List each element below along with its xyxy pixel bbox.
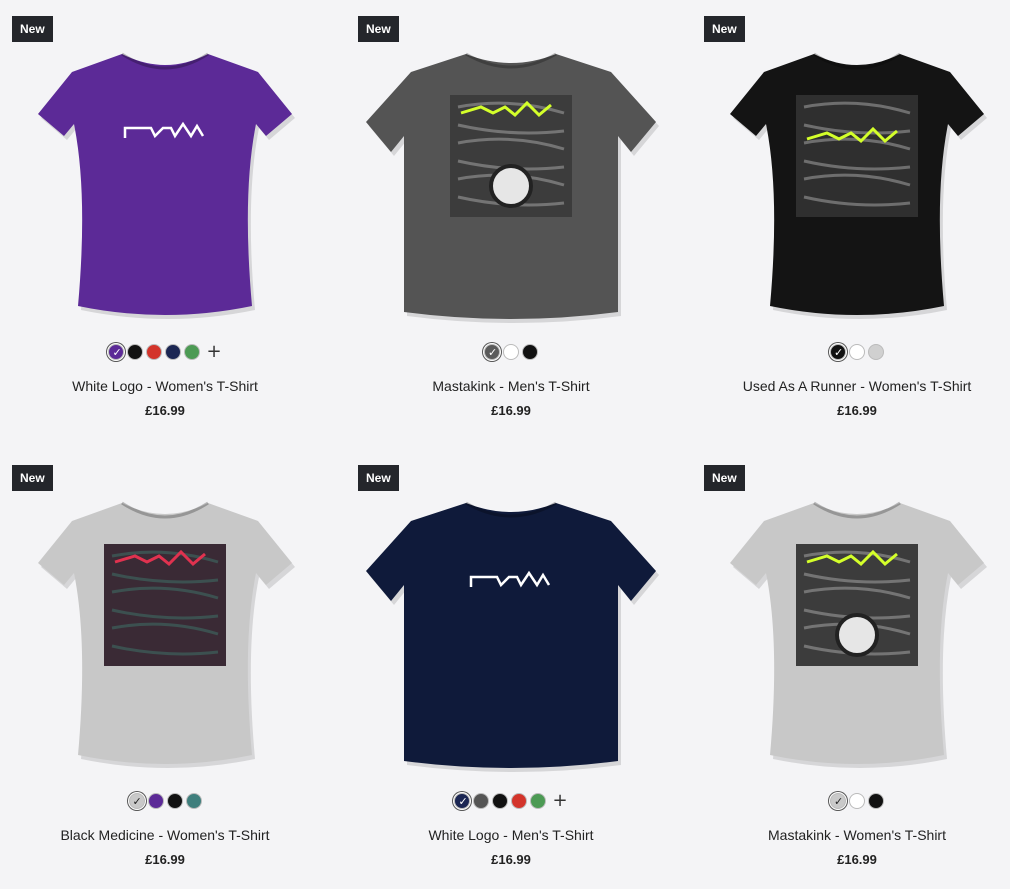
product-image[interactable] <box>356 463 666 783</box>
color-swatch[interactable] <box>530 793 547 809</box>
color-swatch[interactable] <box>473 793 490 809</box>
color-swatch[interactable] <box>185 793 202 809</box>
check-icon: ✓ <box>488 346 498 359</box>
print-group <box>796 544 918 666</box>
check-icon: ✓ <box>834 346 844 359</box>
color-swatch[interactable] <box>868 344 884 360</box>
product-title[interactable]: White Logo - Men's T-Shirt <box>346 827 676 843</box>
product-card[interactable]: New ✓ Used As A Runner - Women's T-Shirt… <box>692 0 1010 440</box>
product-title[interactable]: Black Medicine - Women's T-Shirt <box>0 827 330 843</box>
color-swatch[interactable] <box>849 793 865 809</box>
print-group <box>450 95 572 217</box>
color-swatch[interactable]: ✓ <box>108 344 125 360</box>
product-image[interactable] <box>702 14 1010 334</box>
product-title[interactable]: Used As A Runner - Women's T-Shirt <box>692 378 1010 394</box>
tshirt-graphic <box>38 52 295 319</box>
new-badge: New <box>12 16 53 42</box>
product-card[interactable]: New ✓ Black Medicine - Women's T-Shirt £… <box>0 449 320 889</box>
color-swatch[interactable] <box>503 344 519 360</box>
tshirt-graphic <box>730 501 987 768</box>
color-swatch[interactable]: ✓ <box>830 344 846 360</box>
color-swatch[interactable] <box>511 793 528 809</box>
color-swatches: ✓ + <box>0 343 330 361</box>
color-swatch[interactable] <box>849 344 865 360</box>
reel-graphic <box>835 613 879 657</box>
tshirt-graphic <box>366 501 659 772</box>
product-price: £16.99 <box>145 403 185 418</box>
new-badge: New <box>358 16 399 42</box>
more-colors-icon[interactable]: + <box>552 792 567 810</box>
color-swatch[interactable] <box>166 793 183 809</box>
color-swatch[interactable] <box>147 793 164 809</box>
new-badge: New <box>12 465 53 491</box>
product-price: £16.99 <box>145 852 185 867</box>
product-title[interactable]: Mastakink - Men's T-Shirt <box>346 378 676 394</box>
color-swatches: ✓ <box>692 793 1010 809</box>
color-swatch[interactable] <box>492 793 509 809</box>
product-card[interactable]: New ✓ Mastakink - Women's T-Shirt £16.99 <box>692 449 1010 889</box>
product-grid: New ✓ + White Logo - Women's T-Shirt £16.… <box>0 0 1010 874</box>
check-icon: ✓ <box>132 795 142 808</box>
product-price: £16.99 <box>491 852 531 867</box>
product-image[interactable] <box>702 463 1010 783</box>
color-swatch[interactable]: ✓ <box>830 793 846 809</box>
color-swatches: ✓ + <box>346 792 676 810</box>
reel-graphic <box>489 164 533 208</box>
product-image[interactable] <box>10 463 320 783</box>
product-price: £16.99 <box>491 403 531 418</box>
color-swatches: ✓ <box>346 344 676 360</box>
tshirt-graphic <box>38 501 295 768</box>
product-image[interactable] <box>10 14 320 334</box>
color-swatches: ✓ <box>0 793 330 809</box>
new-badge: New <box>358 465 399 491</box>
color-swatches: ✓ <box>692 344 1010 360</box>
product-title[interactable]: White Logo - Women's T-Shirt <box>0 378 330 394</box>
color-swatch[interactable]: ✓ <box>128 793 145 809</box>
check-icon: ✓ <box>112 346 122 359</box>
new-badge: New <box>704 16 745 42</box>
color-swatch[interactable] <box>146 344 163 360</box>
check-icon: ✓ <box>834 795 844 808</box>
new-badge: New <box>704 465 745 491</box>
tshirt-graphic <box>366 52 659 323</box>
product-price: £16.99 <box>837 852 877 867</box>
product-card[interactable]: New ✓ + White Logo - Women's T-Shirt £16.… <box>0 0 320 440</box>
color-swatch[interactable] <box>522 344 538 360</box>
product-image[interactable] <box>356 14 666 334</box>
product-card[interactable]: New ✓ + White Logo - Men's T-Shirt £16.99 <box>346 449 666 889</box>
color-swatch[interactable] <box>165 344 182 360</box>
product-card[interactable]: New ✓ Mastakink - Men's T-Shirt £16.99 <box>346 0 666 440</box>
tshirt-body <box>38 54 292 315</box>
color-swatch[interactable]: ✓ <box>454 793 471 809</box>
color-swatch[interactable] <box>184 344 201 360</box>
color-swatch[interactable]: ✓ <box>484 344 500 360</box>
print-group <box>796 95 918 217</box>
tshirt-graphic <box>730 52 987 319</box>
more-colors-icon[interactable]: + <box>206 343 221 361</box>
product-title[interactable]: Mastakink - Women's T-Shirt <box>692 827 1010 843</box>
product-price: £16.99 <box>837 403 877 418</box>
color-swatch[interactable] <box>868 793 884 809</box>
check-icon: ✓ <box>458 795 468 808</box>
tshirt-body <box>366 503 656 768</box>
color-swatch[interactable] <box>127 344 144 360</box>
print-group <box>104 544 226 666</box>
